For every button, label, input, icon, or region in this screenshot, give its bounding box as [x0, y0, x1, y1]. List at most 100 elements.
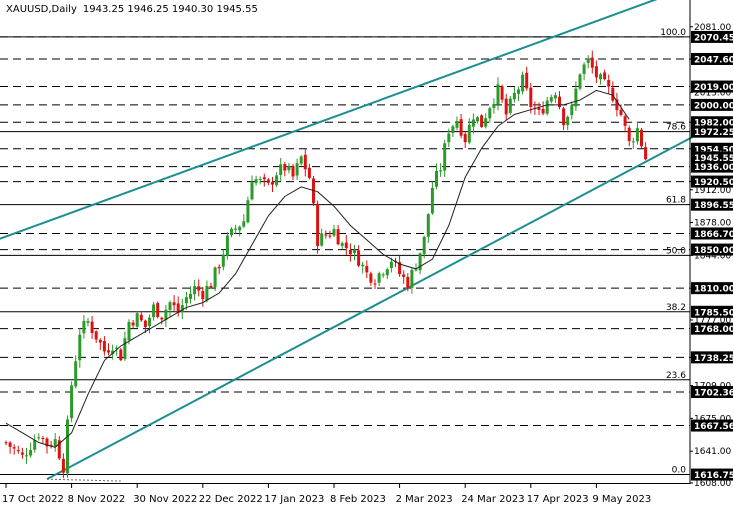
candle-bear: [336, 229, 340, 245]
fib-label: 50.0: [666, 246, 686, 256]
level-badge-label: 1810.00: [694, 285, 734, 295]
candle-bull: [29, 450, 33, 456]
candle-bull: [33, 439, 37, 450]
fib-label: 61.8: [666, 196, 686, 206]
candle-bull: [467, 124, 471, 143]
candle-bull: [549, 97, 553, 102]
candle-bull: [86, 321, 90, 323]
level-badge-label: 1866.70: [694, 230, 734, 240]
candle-bull: [340, 243, 344, 246]
candle-bull: [553, 95, 557, 99]
candle-bear: [369, 273, 373, 283]
date-tick-label: 30 Nov 2022: [133, 494, 197, 505]
candle-bear: [603, 72, 607, 80]
candle-bull: [476, 117, 479, 122]
candle-bull: [332, 229, 336, 236]
candle-bear: [316, 203, 320, 246]
candle-bear: [328, 235, 332, 237]
candle-bear: [644, 147, 648, 160]
candle-bull: [287, 166, 291, 171]
candle-bull: [213, 267, 217, 288]
candle-bull: [184, 297, 188, 304]
candle-bull: [447, 133, 451, 143]
candle-bear: [197, 286, 201, 291]
candle-bear: [500, 86, 504, 100]
fib-label: 23.6: [666, 371, 686, 381]
candle-bear: [271, 181, 274, 185]
candle-bear: [172, 302, 176, 306]
candle-bull: [37, 437, 41, 439]
candle-bear: [303, 154, 307, 170]
date-axis: 17 Oct 2022 8 Nov 2022 30 Nov 2022 22 Dec 2…: [2, 484, 651, 505]
candle-bull: [599, 74, 602, 80]
candle-bull: [492, 104, 496, 108]
level-badge-label: 1702.36: [694, 388, 734, 398]
candle-bull: [377, 273, 381, 283]
date-tick-label: 17 Jan 2023: [264, 494, 324, 505]
price-chart[interactable]: 100.078.661.850.038.223.60.0 2081.002047…: [0, 0, 734, 510]
candle-bull: [570, 105, 574, 116]
candle-bull: [361, 264, 365, 267]
current-price-label: 1945.55: [694, 154, 734, 164]
level-badge-label: 1738.25: [694, 354, 734, 364]
candle-bear: [90, 321, 94, 333]
candle-bull: [455, 120, 459, 128]
candle-bull: [496, 84, 500, 105]
date-tick-label: 24 Mar 2023: [461, 494, 524, 505]
candle-bull: [123, 338, 127, 359]
candle-bull: [578, 74, 582, 89]
candle-bull: [508, 98, 512, 113]
candle-bear: [529, 87, 533, 107]
candle-bull: [234, 228, 238, 230]
candle-bull: [574, 88, 578, 107]
candle-bear: [283, 163, 287, 171]
candle-bull: [443, 143, 447, 171]
candle-bear: [357, 250, 361, 266]
candle-bear: [402, 274, 406, 277]
candle-bull: [385, 269, 389, 276]
level-badge-label: 2047.60: [694, 55, 734, 65]
candle-bear: [119, 349, 123, 361]
candle-bull: [295, 163, 299, 176]
candle-bull: [66, 419, 69, 474]
candle-bear: [4, 442, 8, 444]
candle-bear: [107, 350, 110, 353]
candle-bear: [160, 317, 164, 320]
candle-bear: [525, 72, 529, 89]
candle-bull: [258, 178, 262, 180]
level-badge-label: 2070.45: [694, 33, 734, 43]
date-tick-label: 22 Dec 2022: [199, 494, 263, 505]
candle-bull: [279, 164, 283, 175]
candle-bear: [41, 437, 45, 439]
fib-label: 0.0: [672, 466, 687, 476]
candle-bull: [299, 156, 303, 164]
candle-bull: [238, 226, 242, 231]
candle-bear: [348, 249, 352, 255]
candle-bull: [631, 141, 635, 143]
candle-bull: [205, 286, 209, 301]
candle-bull: [320, 233, 324, 246]
price-tick-label: 1878.00: [694, 219, 731, 229]
date-tick-label: 8 Nov 2022: [68, 494, 126, 505]
candle-bear: [607, 80, 611, 87]
candle-bear: [480, 115, 484, 127]
level-badge-label: 1920.50: [694, 178, 734, 188]
candle-bear: [541, 108, 545, 114]
ohlc-values: 1943.25 1946.25 1940.30 1945.55: [82, 4, 258, 15]
date-tick-label: 9 May 2023: [592, 494, 651, 505]
plot-background: [0, 0, 690, 483]
level-badge-label: 1896.55: [694, 201, 734, 211]
level-badge-label: 1768.00: [694, 325, 734, 335]
candle-bear: [365, 266, 369, 273]
date-tick-label: 2 Mar 2023: [396, 494, 453, 505]
candle-bull: [566, 116, 570, 126]
candle-bull: [230, 228, 233, 236]
candle-bear: [139, 314, 143, 321]
candle-bull: [254, 179, 258, 184]
candle-bull: [82, 320, 86, 334]
candle-bear: [373, 283, 377, 285]
candle-bull: [545, 100, 549, 114]
level-badge-label: 1972.25: [694, 128, 734, 138]
candle-bear: [217, 266, 221, 269]
level-badge-label: 1616.75: [694, 471, 734, 481]
